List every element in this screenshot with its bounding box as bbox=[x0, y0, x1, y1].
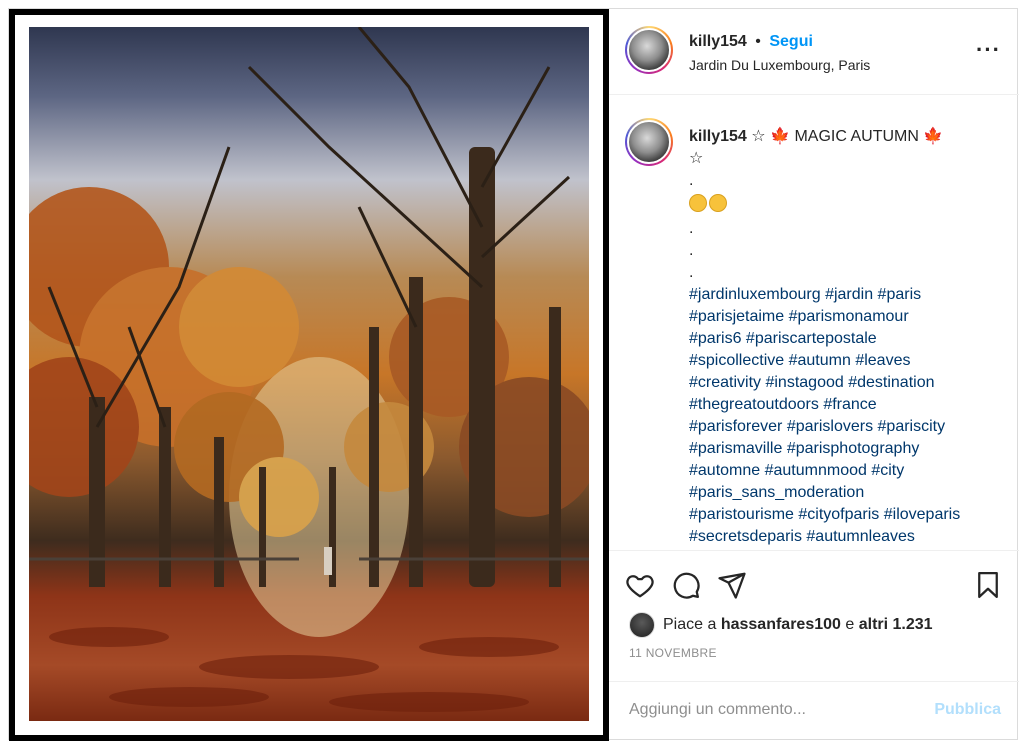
caption-title: MAGIC AUTUMN bbox=[794, 128, 919, 145]
liker-avatar[interactable] bbox=[629, 612, 655, 638]
dot-line: . bbox=[689, 242, 694, 259]
maple-leaf-icon: 🍁 bbox=[770, 128, 790, 145]
likes-summary: Piace a hassanfares100 e altri 1.231 bbox=[629, 612, 933, 638]
author-username[interactable]: killy154 bbox=[689, 33, 747, 50]
emoji-row bbox=[689, 192, 1009, 218]
heart-icon[interactable] bbox=[625, 570, 655, 605]
liker-username[interactable]: hassanfares100 bbox=[721, 616, 841, 634]
hashtag-line[interactable]: #paris6 #pariscartepostale bbox=[689, 330, 877, 347]
star-icon: ☆ bbox=[751, 128, 766, 145]
photo-frame bbox=[9, 9, 609, 741]
star-icon: ☆ bbox=[689, 150, 704, 167]
share-icon[interactable] bbox=[717, 570, 747, 605]
caption-username[interactable]: killy154 bbox=[689, 128, 747, 145]
separator-dot: • bbox=[755, 33, 761, 50]
hashtag-line[interactable]: #thegreatoutdoors #france bbox=[689, 396, 877, 413]
hashtag-line[interactable]: #secretsdeparis #autumnleaves bbox=[689, 528, 915, 545]
hashtags: #jardinluxembourg #jardin #paris #parisj… bbox=[689, 284, 1009, 548]
hashtag-line[interactable]: #parismaville #parisphotography bbox=[689, 440, 919, 457]
caption: killy154 ☆ 🍁 MAGIC AUTUMN 🍁 ☆ . . . . #j… bbox=[689, 126, 1009, 548]
post-card: killy154 • Segui Jardin Du Luxembourg, P… bbox=[8, 8, 1019, 741]
wink-emoji-icon bbox=[709, 193, 727, 212]
post-date[interactable]: 11 NOVEMBRE bbox=[629, 646, 717, 660]
autumn-trees-illustration bbox=[29, 27, 589, 712]
follow-button[interactable]: Segui bbox=[769, 33, 813, 50]
comment-icon[interactable] bbox=[671, 570, 701, 605]
post-header: killy154 • Segui Jardin Du Luxembourg, P… bbox=[609, 9, 1019, 95]
kiss-emoji-icon bbox=[689, 193, 707, 212]
action-bar bbox=[609, 564, 1019, 604]
hashtag-line[interactable]: #paristourisme #cityofparis #iloveparis bbox=[689, 506, 960, 523]
bookmark-icon[interactable] bbox=[973, 570, 1003, 605]
comment-box: Pubblica bbox=[609, 681, 1019, 741]
location-link[interactable]: Jardin Du Luxembourg, Paris bbox=[689, 57, 870, 73]
maple-leaf-icon: 🍁 bbox=[923, 128, 944, 145]
post-sidebar: killy154 • Segui Jardin Du Luxembourg, P… bbox=[609, 9, 1019, 741]
dot-line: . bbox=[689, 264, 694, 281]
author-avatar[interactable] bbox=[625, 26, 673, 74]
dot-line: . bbox=[689, 220, 694, 237]
more-options-icon[interactable]: ··· bbox=[976, 37, 1001, 63]
comment-input[interactable] bbox=[629, 701, 929, 719]
hashtag-line[interactable]: #automne #autumnmood #city bbox=[689, 462, 904, 479]
hashtag-line[interactable]: #parisjetaime #parismonamour bbox=[689, 308, 909, 325]
hashtag-line[interactable]: #jardinluxembourg #jardin #paris bbox=[689, 286, 921, 303]
caption-avatar[interactable] bbox=[625, 118, 673, 166]
likes-count[interactable]: altri 1.231 bbox=[859, 616, 933, 634]
hashtag-line[interactable]: #spicollective #autumn #leaves bbox=[689, 352, 910, 369]
comments-area[interactable]: killy154 ☆ 🍁 MAGIC AUTUMN 🍁 ☆ . . . . #j… bbox=[609, 96, 1019, 551]
post-photo[interactable] bbox=[29, 27, 589, 721]
hashtag-line[interactable]: #parisforever #parislovers #pariscity bbox=[689, 418, 945, 435]
publish-button[interactable]: Pubblica bbox=[934, 701, 1001, 719]
hashtag-line[interactable]: #paris_sans_moderation bbox=[689, 484, 864, 501]
hashtag-line[interactable]: #creativity #instagood #destination bbox=[689, 374, 935, 391]
dot-line: . bbox=[689, 172, 694, 189]
